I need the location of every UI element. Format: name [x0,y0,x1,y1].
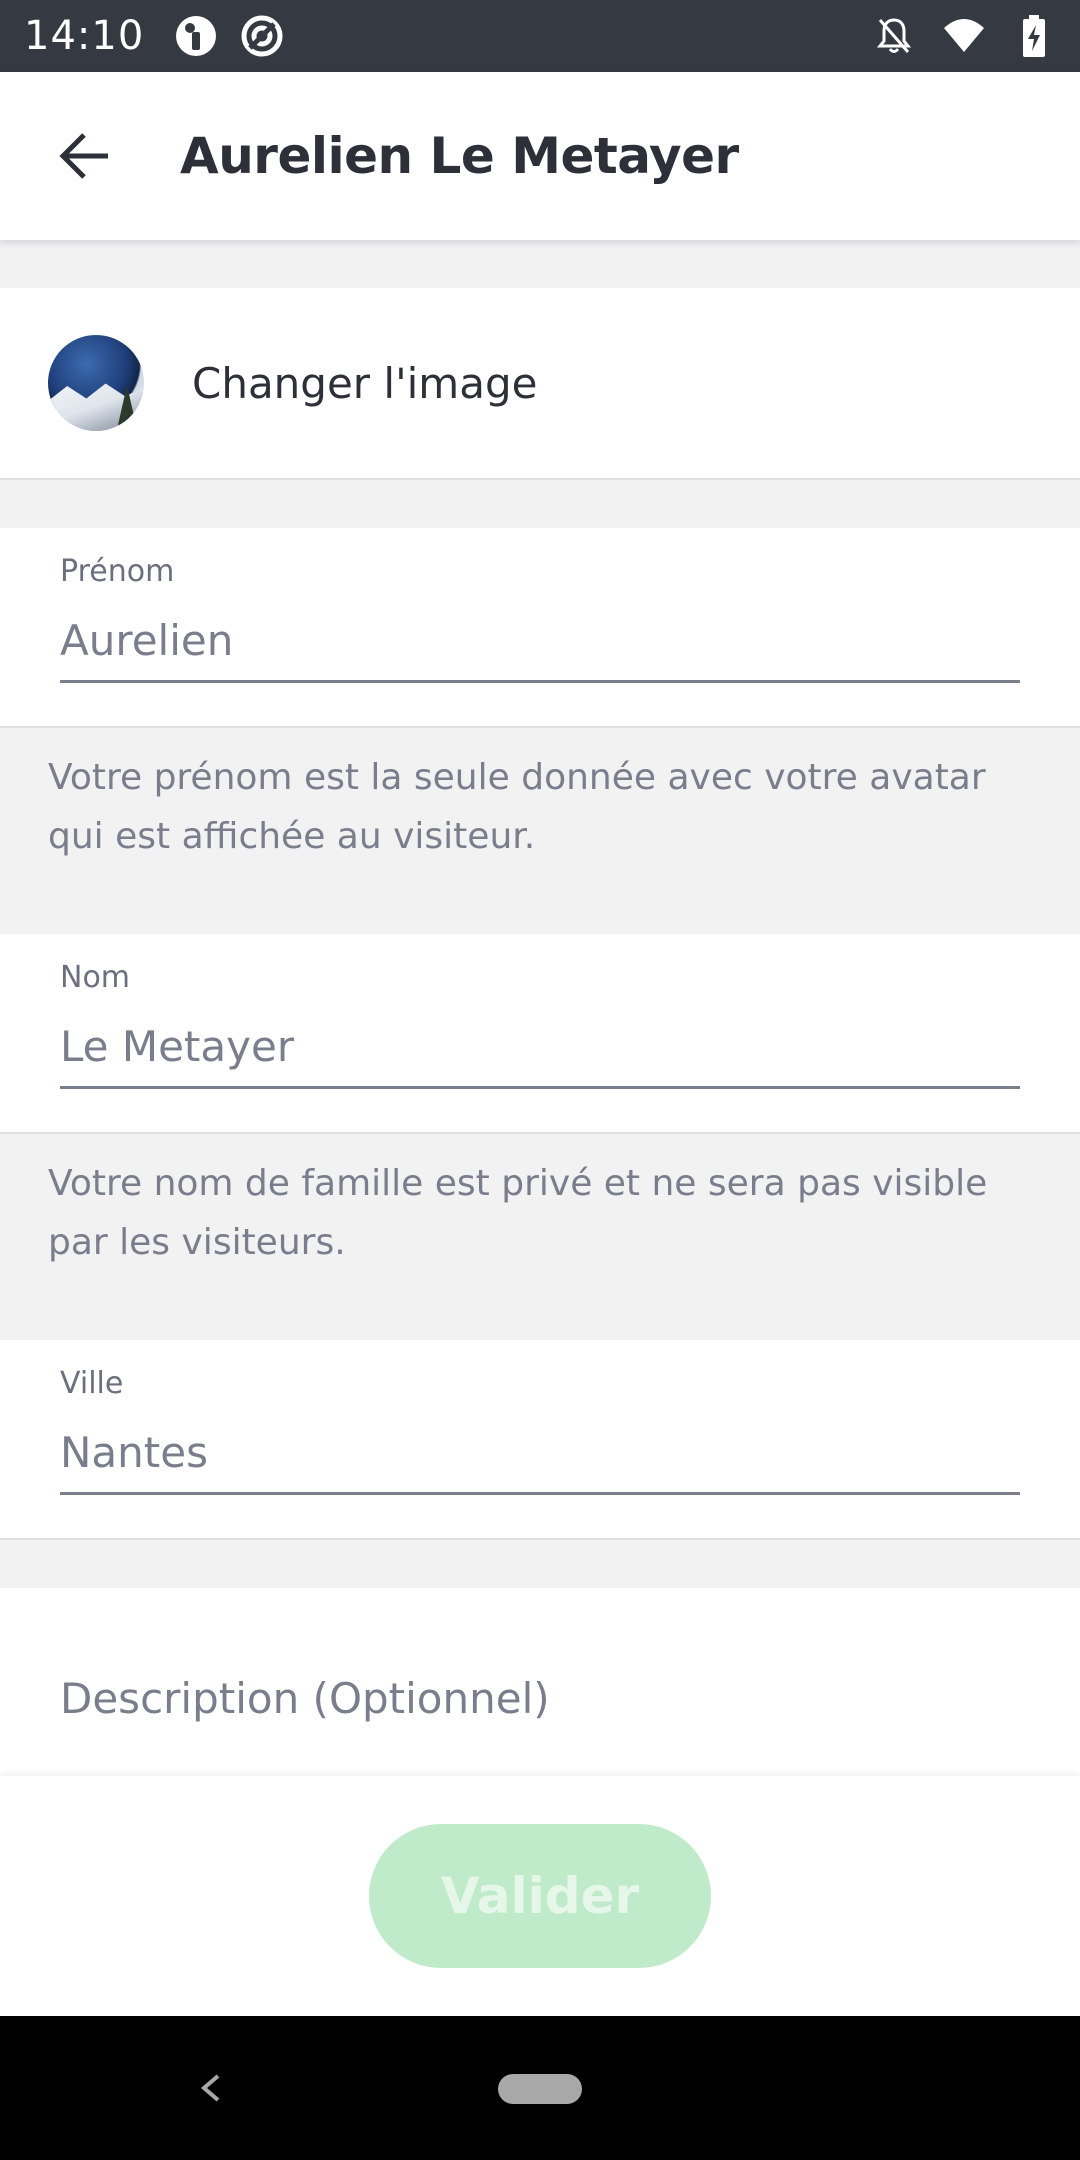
description-input[interactable]: Description (Optionnel) [60,1674,550,1723]
status-bar: 14:10 [0,0,1080,72]
arrow-left-icon [59,133,108,179]
last-name-input[interactable]: Le Metayer [60,1022,294,1071]
last-name-label: Nom [60,960,131,995]
bottom-action-panel: Valider [0,1776,1080,2016]
validate-button[interactable]: Valider [369,1824,711,1968]
first-name-underline [60,680,1020,683]
nav-home-pill[interactable] [498,2074,582,2104]
last-name-underline [60,1086,1020,1089]
city-label: Ville [60,1366,124,1401]
status-time: 14:10 [24,13,145,59]
first-name-section: Prénom Aurelien [0,528,1080,728]
last-name-helper: Votre nom de famille est privé et ne ser… [48,1163,988,1263]
first-name-label: Prénom [60,554,175,589]
change-image-label: Changer l'image [192,358,538,408]
battery-charging-icon [1012,14,1056,58]
app-bar: Aurelien Le Metayer [0,72,1080,240]
page-title: Aurelien Le Metayer [180,127,739,185]
navigation-bar [0,2016,1080,2160]
back-button[interactable] [40,111,130,201]
sync-icon [240,14,284,58]
nav-back-icon[interactable] [190,2068,230,2108]
wifi-icon [942,14,986,58]
change-image-row[interactable]: Changer l'image [0,288,1080,480]
city-underline [60,1492,1020,1495]
notification-app-icon [174,14,218,58]
last-name-section: Nom Le Metayer [0,934,1080,1134]
first-name-input[interactable]: Aurelien [60,616,233,665]
first-name-helper: Votre prénom est la seule donnée avec vo… [48,757,986,857]
city-input[interactable]: Nantes [60,1428,208,1477]
city-section: Ville Nantes [0,1340,1080,1540]
avatar [48,335,144,431]
description-section: Description (Optionnel) [0,1588,1080,1778]
notifications-off-icon [872,14,916,58]
